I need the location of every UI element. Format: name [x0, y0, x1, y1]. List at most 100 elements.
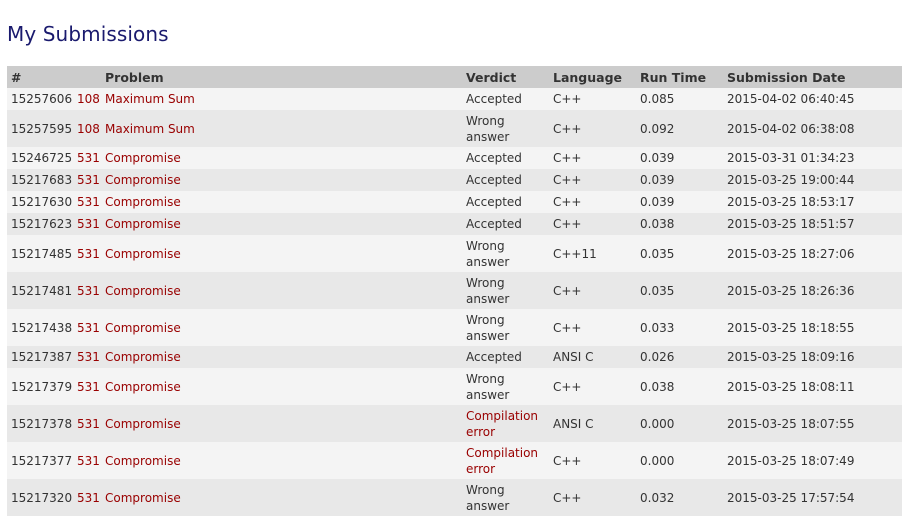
problem-name-link[interactable]: Compromise	[105, 151, 181, 165]
problem-name-link[interactable]: Compromise	[105, 173, 181, 187]
problem-number-cell: 531	[73, 169, 101, 191]
run-time: 0.000	[636, 405, 723, 442]
problem-name-link[interactable]: Compromise	[105, 380, 181, 394]
verdict-cell: Accepted	[462, 213, 549, 235]
submission-date: 2015-03-25 18:51:57	[723, 213, 902, 235]
problem-name-link[interactable]: Maximum Sum	[105, 92, 195, 106]
run-time: 0.038	[636, 213, 723, 235]
problem-number-cell: 531	[73, 272, 101, 309]
language: C++11	[549, 235, 636, 272]
language: C++	[549, 110, 636, 147]
problem-name-link[interactable]: Compromise	[105, 321, 181, 335]
problem-name-link[interactable]: Compromise	[105, 454, 181, 468]
verdict-text: Compilation error	[466, 445, 539, 476]
column-header-verdict[interactable]: Verdict	[462, 66, 549, 88]
problem-number-cell: 531	[73, 235, 101, 272]
submission-date: 2015-04-02 06:38:08	[723, 110, 902, 147]
problem-name-cell: Compromise	[101, 169, 462, 191]
submission-id: 15217485	[7, 235, 73, 272]
problem-number-link[interactable]: 531	[77, 283, 100, 299]
problem-number-cell: 108	[73, 110, 101, 147]
language: C++	[549, 169, 636, 191]
submission-date: 2015-03-25 18:53:17	[723, 191, 902, 213]
verdict-text: Wrong answer	[466, 371, 510, 402]
column-header-problem[interactable]: Problem	[101, 66, 462, 88]
run-time: 0.038	[636, 368, 723, 405]
problem-number-link[interactable]: 531	[77, 453, 100, 469]
verdict-text: Wrong answer	[466, 275, 510, 306]
problem-number-link[interactable]: 531	[77, 490, 100, 506]
language: C++	[549, 147, 636, 169]
submission-id: 15257595	[7, 110, 73, 147]
problem-number-link[interactable]: 108	[77, 91, 100, 107]
submission-id: 15217379	[7, 368, 73, 405]
run-time: 0.033	[636, 309, 723, 346]
verdict-text: Wrong answer	[466, 312, 510, 343]
problem-name-link[interactable]: Compromise	[105, 217, 181, 231]
submission-date: 2015-03-25 17:57:54	[723, 479, 902, 516]
problem-number-link[interactable]: 531	[77, 349, 100, 365]
problem-number-link[interactable]: 531	[77, 216, 100, 232]
problem-name-cell: Compromise	[101, 272, 462, 309]
verdict-text: Accepted	[466, 350, 522, 364]
table-row: 15217485 531 Compromise Wrong answer C++…	[7, 235, 902, 272]
table-row: 15217320 531 Compromise Wrong answer C++…	[7, 479, 902, 516]
submission-id: 15217377	[7, 442, 73, 479]
run-time: 0.026	[636, 346, 723, 368]
column-header-run-time[interactable]: Run Time	[636, 66, 723, 88]
problem-name-link[interactable]: Compromise	[105, 350, 181, 364]
problem-number-link[interactable]: 531	[77, 379, 100, 395]
verdict-cell: Compilation error	[462, 442, 549, 479]
submission-date: 2015-03-25 18:27:06	[723, 235, 902, 272]
problem-number-cell: 531	[73, 405, 101, 442]
problem-number-link[interactable]: 531	[77, 194, 100, 210]
verdict-text: Accepted	[466, 92, 522, 106]
table-row: 15217387 531 Compromise Accepted ANSI C …	[7, 346, 902, 368]
column-header-submission-date[interactable]: Submission Date	[723, 66, 902, 88]
verdict-cell: Accepted	[462, 147, 549, 169]
verdict-text: Wrong answer	[466, 482, 510, 513]
problem-name-cell: Maximum Sum	[101, 88, 462, 110]
problem-name-link[interactable]: Compromise	[105, 195, 181, 209]
submission-date: 2015-03-25 18:09:16	[723, 346, 902, 368]
column-header-id[interactable]: #	[7, 66, 73, 88]
language: C++	[549, 88, 636, 110]
problem-number-link[interactable]: 531	[77, 320, 100, 336]
submission-date: 2015-03-25 18:07:55	[723, 405, 902, 442]
language: C++	[549, 368, 636, 405]
problem-number-link[interactable]: 531	[77, 246, 100, 262]
problem-name-link[interactable]: Compromise	[105, 491, 181, 505]
table-row: 15217630 531 Compromise Accepted C++ 0.0…	[7, 191, 902, 213]
problem-number-link[interactable]: 531	[77, 172, 100, 188]
column-header-language[interactable]: Language	[549, 66, 636, 88]
verdict-text: Accepted	[466, 151, 522, 165]
table-row: 15217683 531 Compromise Accepted C++ 0.0…	[7, 169, 902, 191]
problem-name-cell: Compromise	[101, 191, 462, 213]
verdict-cell: Accepted	[462, 191, 549, 213]
language: C++	[549, 191, 636, 213]
column-header-problem-number	[73, 66, 101, 88]
problem-name-cell: Maximum Sum	[101, 110, 462, 147]
problem-name-link[interactable]: Compromise	[105, 247, 181, 261]
problem-name-link[interactable]: Compromise	[105, 284, 181, 298]
verdict-text: Compilation error	[466, 408, 539, 439]
submission-date: 2015-03-31 01:34:23	[723, 147, 902, 169]
problem-name-link[interactable]: Compromise	[105, 417, 181, 431]
problem-number-link[interactable]: 531	[77, 416, 100, 432]
problem-name-cell: Compromise	[101, 346, 462, 368]
problem-name-cell: Compromise	[101, 405, 462, 442]
problem-number-link[interactable]: 108	[77, 121, 100, 137]
problem-name-link[interactable]: Maximum Sum	[105, 122, 195, 136]
run-time: 0.085	[636, 88, 723, 110]
problem-number-link[interactable]: 531	[77, 150, 100, 166]
submission-id: 15257606	[7, 88, 73, 110]
problem-number-cell: 531	[73, 442, 101, 479]
language: C++	[549, 442, 636, 479]
submission-date: 2015-04-02 06:40:45	[723, 88, 902, 110]
problem-name-cell: Compromise	[101, 213, 462, 235]
problem-number-cell: 531	[73, 147, 101, 169]
table-row: 15257595 108 Maximum Sum Wrong answer C+…	[7, 110, 902, 147]
table-row: 15246725 531 Compromise Accepted C++ 0.0…	[7, 147, 902, 169]
verdict-text: Accepted	[466, 173, 522, 187]
language: C++	[549, 213, 636, 235]
